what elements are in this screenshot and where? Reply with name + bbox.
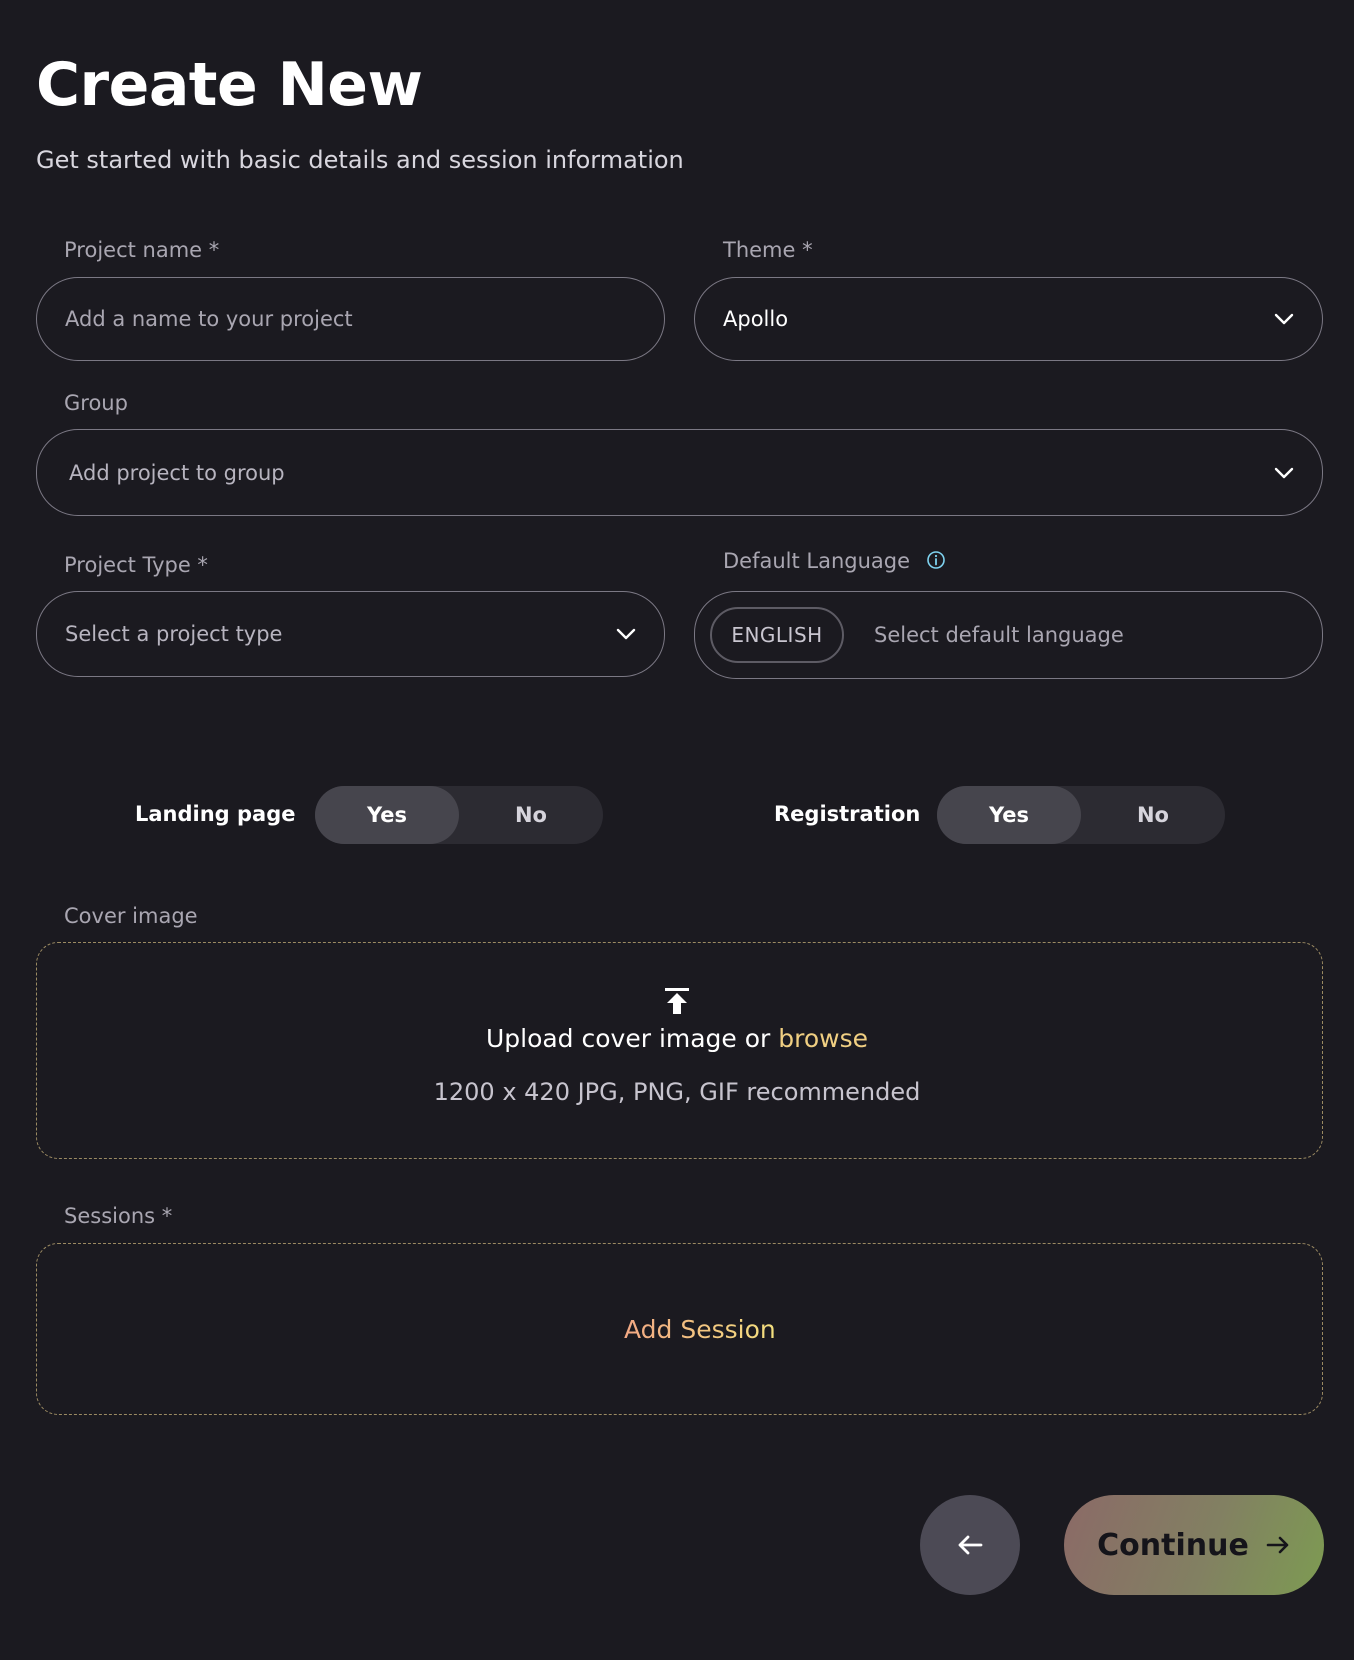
cover-image-label: Cover image	[64, 904, 198, 928]
registration-no[interactable]: No	[1081, 786, 1225, 844]
page-subtitle: Get started with basic details and sessi…	[36, 146, 684, 174]
browse-link[interactable]: browse	[778, 1024, 868, 1053]
continue-label: Continue	[1097, 1527, 1249, 1563]
upload-prompt: Upload cover image or	[485, 1024, 771, 1053]
project-type-label: Project Type *	[64, 553, 208, 577]
language-chip[interactable]: ENGLISH	[710, 607, 844, 663]
chevron-down-icon	[614, 622, 638, 646]
landing-page-yes[interactable]: Yes	[315, 786, 459, 844]
add-session-button[interactable]: Add Session	[582, 1309, 776, 1349]
plus-icon	[583, 1316, 609, 1342]
back-button[interactable]	[920, 1495, 1020, 1595]
chevron-down-icon	[1272, 461, 1296, 485]
arrow-left-icon	[958, 1535, 983, 1555]
default-language-select[interactable]: ENGLISH Select default language	[694, 591, 1323, 679]
project-name-label: Project name *	[64, 238, 220, 262]
theme-value: Apollo	[723, 307, 789, 331]
continue-button[interactable]: Continue	[1064, 1495, 1324, 1595]
project-type-select[interactable]: Select a project type	[36, 591, 665, 677]
landing-page-toggle: Yes No	[315, 786, 603, 844]
group-label: Group	[64, 391, 128, 415]
upload-icon	[664, 987, 690, 1015]
sessions-label: Sessions *	[64, 1204, 173, 1228]
group-placeholder: Add project to group	[69, 460, 285, 485]
landing-page-no[interactable]: No	[459, 786, 603, 844]
default-language-placeholder: Select default language	[874, 623, 1124, 647]
default-language-label: Default Language	[723, 549, 911, 573]
project-type-placeholder: Select a project type	[65, 622, 283, 646]
upload-hint: 1200 x 420 JPG, PNG, GIF recommended	[433, 1078, 921, 1106]
registration-toggle: Yes No	[937, 786, 1225, 844]
project-name-input[interactable]: Add a name to your project	[36, 277, 665, 361]
page-title: Create New	[36, 50, 423, 120]
registration-yes[interactable]: Yes	[937, 786, 1081, 844]
group-select[interactable]: Add project to group	[36, 429, 1323, 516]
add-session-label: Add Session	[624, 1314, 776, 1344]
project-name-placeholder: Add a name to your project	[65, 307, 353, 331]
theme-select[interactable]: Apollo	[694, 277, 1323, 361]
registration-label: Registration	[774, 802, 921, 826]
create-new-page: Create New Get started with basic detail…	[0, 0, 1354, 1660]
theme-label: Theme *	[723, 238, 813, 262]
upload-text: Upload cover image or browse	[0, 1024, 1354, 1053]
arrow-right-icon	[1266, 1536, 1289, 1554]
landing-page-label: Landing page	[135, 802, 296, 826]
chevron-down-icon	[1272, 307, 1296, 331]
info-icon[interactable]	[926, 550, 946, 570]
